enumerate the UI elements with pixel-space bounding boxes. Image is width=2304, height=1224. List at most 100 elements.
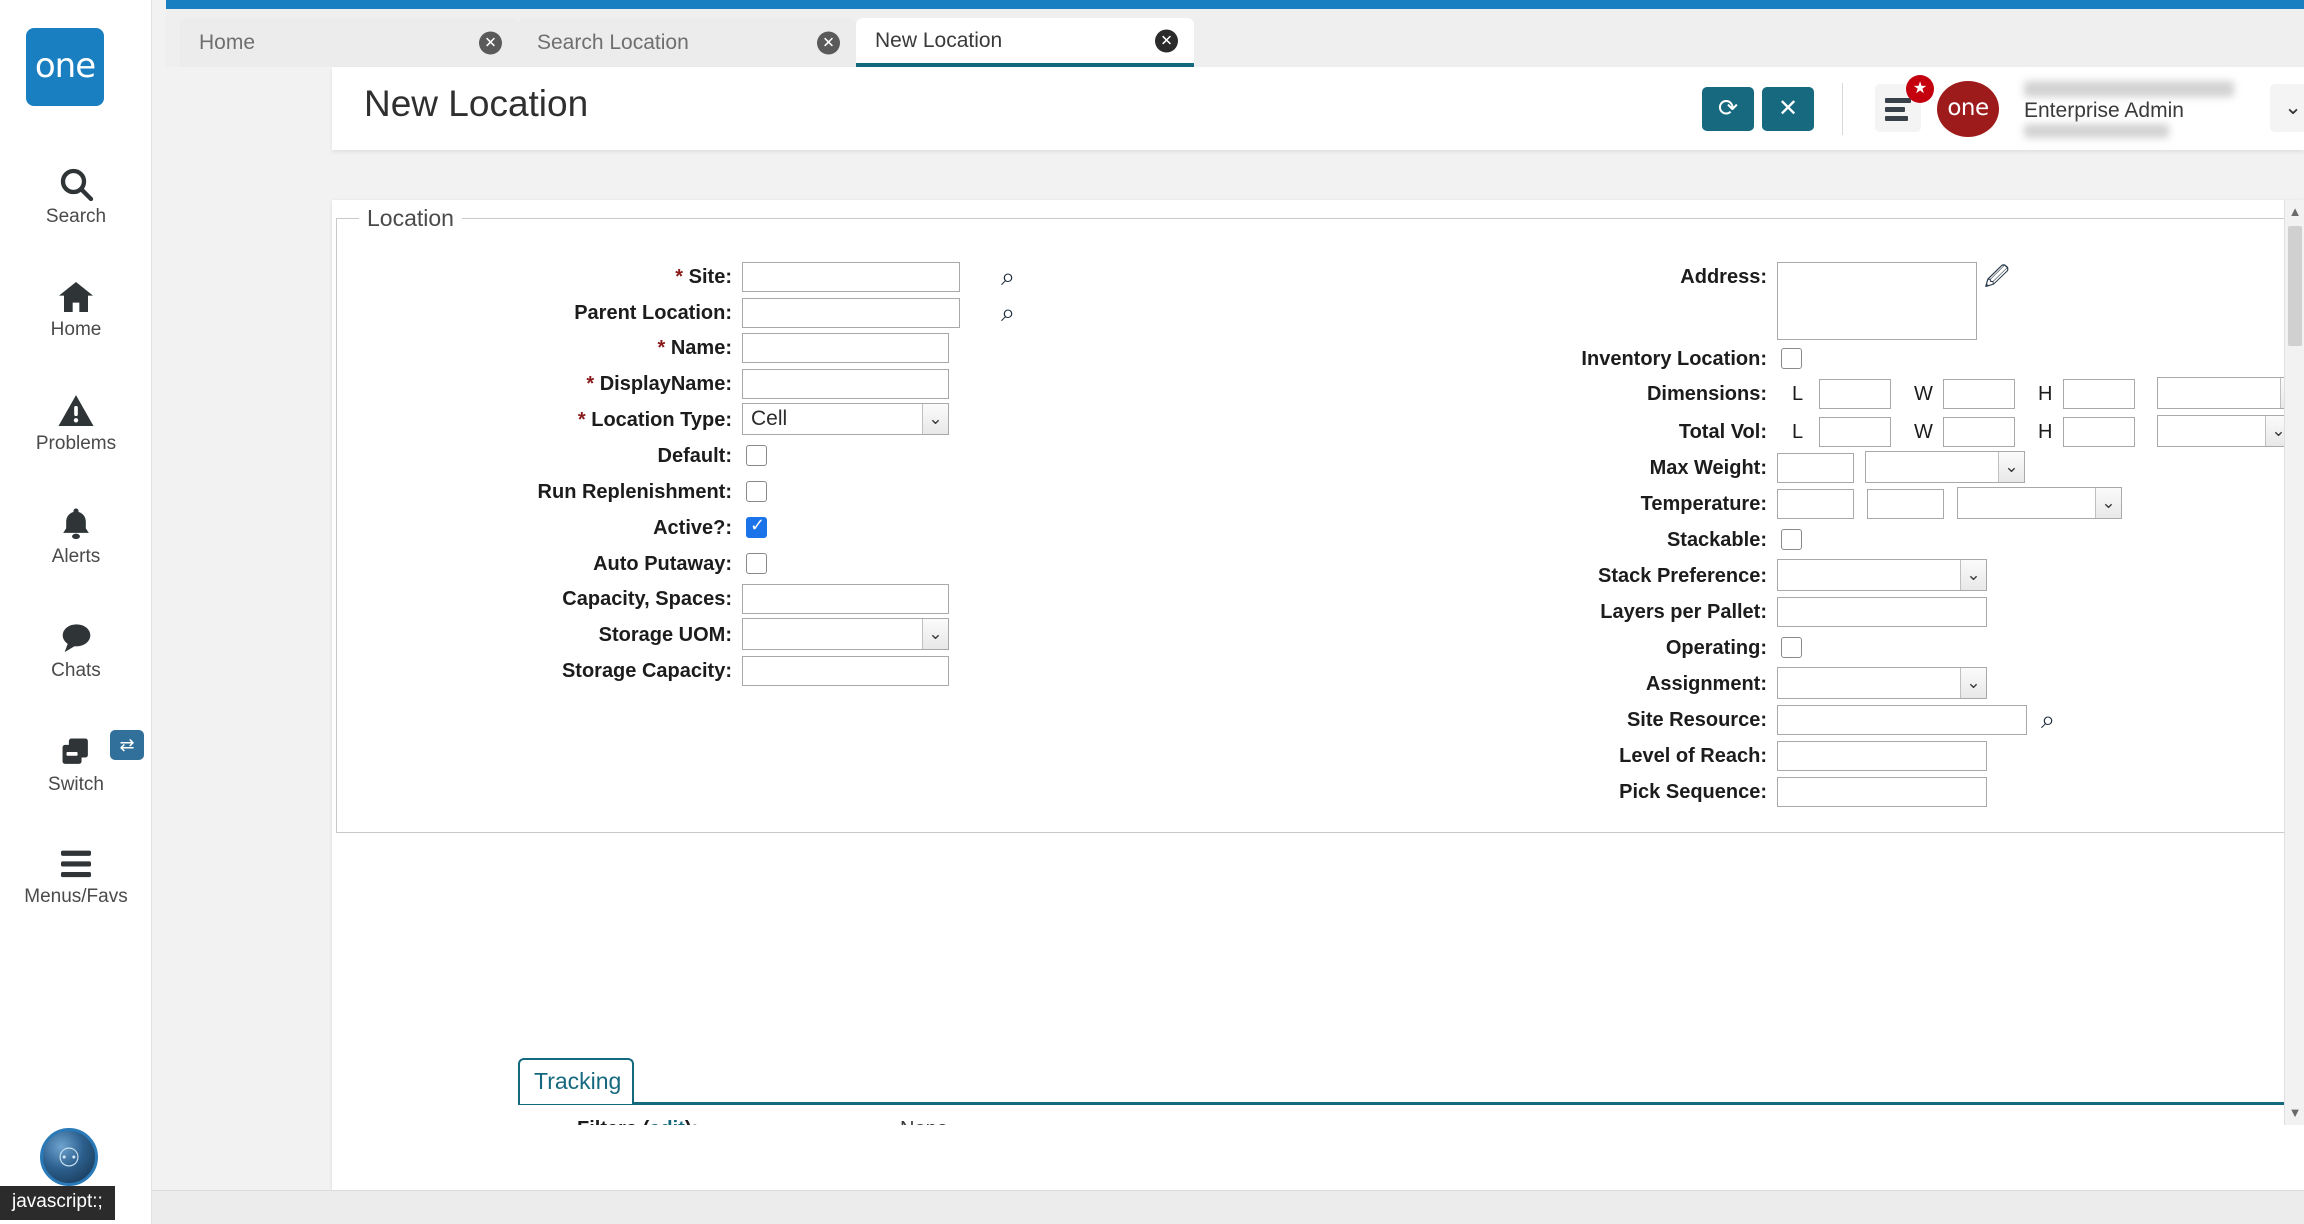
inventory-location-checkbox[interactable] <box>1781 348 1802 369</box>
chat-bubble-icon <box>0 614 152 658</box>
dimensions-h-label: H <box>2038 379 2052 409</box>
scroll-up-icon[interactable]: ▲ <box>2285 202 2304 222</box>
edit-pencil-icon[interactable]: 🖉 <box>1984 260 2010 301</box>
field-label: Capacity, Spaces: <box>562 584 732 614</box>
field-label: * DisplayName: <box>586 369 732 399</box>
operating-checkbox[interactable] <box>1781 637 1802 658</box>
total-vol-w-input[interactable] <box>1943 417 2015 447</box>
close-icon[interactable]: ✕ <box>479 31 502 54</box>
temperature-max-input[interactable] <box>1867 489 1944 519</box>
user-name-redacted <box>2024 81 2234 97</box>
stackable-checkbox[interactable] <box>1781 529 1802 550</box>
close-button[interactable]: ✕ <box>1762 87 1814 131</box>
user-menu-toggle[interactable]: ⌄ <box>2270 84 2304 132</box>
max-weight-input[interactable] <box>1777 453 1854 483</box>
location-type-select[interactable]: Cell ⌄ <box>742 403 949 435</box>
default-checkbox[interactable] <box>746 445 767 466</box>
parent-location-input[interactable] <box>742 298 960 328</box>
vertical-scroll-thumb[interactable] <box>2288 226 2302 346</box>
field-label: Default: <box>658 441 732 471</box>
stack-preference-select[interactable]: ⌄ <box>1777 559 1987 591</box>
address-textarea[interactable] <box>1777 262 1977 340</box>
refresh-icon: ⟳ <box>1718 95 1738 122</box>
assignment-select[interactable]: ⌄ <box>1777 667 1987 699</box>
select-value: Cell <box>751 404 787 434</box>
sidebar-item-home[interactable]: Home <box>0 273 152 341</box>
dimensions-h-input[interactable] <box>2063 379 2135 409</box>
scroll-down-icon[interactable]: ▼ <box>2285 1103 2304 1123</box>
swap-arrows-icon[interactable]: ⇄ <box>110 730 144 760</box>
max-weight-uom-select[interactable]: ⌄ <box>1865 451 2025 483</box>
bottom-band <box>152 1190 2304 1224</box>
temperature-min-input[interactable] <box>1777 489 1854 519</box>
sidebar-item-alerts[interactable]: Alerts <box>0 500 152 568</box>
sidebar-item-problems[interactable]: Problems <box>0 387 152 455</box>
sidebar-item-label: Chats <box>0 660 152 682</box>
menu-button[interactable]: ★ <box>1875 84 1921 132</box>
total-vol-uom-select[interactable]: ⌄ <box>2157 415 2292 447</box>
site-input[interactable] <box>742 262 960 292</box>
layers-per-pallet-input[interactable] <box>1777 597 1987 627</box>
field-capacity-spaces: Capacity, Spaces: <box>332 584 732 614</box>
field-assignment: Assignment: <box>1332 669 1767 699</box>
user-org-redacted <box>2024 124 2169 138</box>
auto-putaway-checkbox[interactable] <box>746 553 767 574</box>
field-label: Level of Reach: <box>1619 741 1767 771</box>
total-vol-h-input[interactable] <box>2063 417 2135 447</box>
warning-triangle-icon <box>0 387 152 431</box>
level-of-reach-input[interactable] <box>1777 741 1987 771</box>
dimensions-l-input[interactable] <box>1819 379 1891 409</box>
sidebar-item-chats[interactable]: Chats <box>0 614 152 682</box>
sidebar-item-label: Menus/Favs <box>0 886 152 908</box>
tab-new-location[interactable]: New Location ✕ <box>856 18 1194 67</box>
total-vol-l-input[interactable] <box>1819 417 1891 447</box>
field-label: * Site: <box>675 262 732 292</box>
storage-uom-select[interactable]: ⌄ <box>742 618 949 650</box>
robot-head-icon: ⚇ <box>57 1143 80 1174</box>
panel-vertical-scrollbar[interactable]: ▲ ▼ <box>2284 200 2304 1125</box>
site-resource-lookup-icon[interactable]: ⌕ <box>2034 705 2062 735</box>
field-stackable: Stackable: <box>1332 525 1767 555</box>
browser-tab-strip: Home ✕ Search Location ✕ New Location ✕ <box>166 9 2304 67</box>
site-resource-input[interactable] <box>1777 705 2027 735</box>
field-label: Stack Preference: <box>1598 561 1767 591</box>
pick-sequence-input[interactable] <box>1777 777 1987 807</box>
tab-home[interactable]: Home ✕ <box>180 18 518 67</box>
tab-tracking-label: Tracking <box>534 1068 621 1095</box>
active-checkbox[interactable] <box>746 517 767 538</box>
dimensions-w-input[interactable] <box>1943 379 2015 409</box>
company-logo-text: one <box>1947 97 1988 120</box>
filters-edit-link[interactable]: edit <box>649 1118 685 1125</box>
top-accent-bar <box>166 0 2304 9</box>
storage-capacity-input[interactable] <box>742 656 949 686</box>
tab-label: Search Location <box>537 31 689 55</box>
tab-search-location[interactable]: Search Location ✕ <box>518 18 856 67</box>
sidebar-item-menus-favs[interactable]: Menus/Favs <box>0 840 152 908</box>
name-input[interactable] <box>742 333 949 363</box>
sidebar-item-search[interactable]: Search <box>0 160 152 228</box>
dimensions-uom-select[interactable]: ⌄ <box>2157 377 2304 409</box>
tab-tracking[interactable]: Tracking <box>518 1058 634 1104</box>
avatar[interactable]: ⚇ <box>40 1128 98 1186</box>
close-icon[interactable]: ✕ <box>1155 29 1178 52</box>
sidebar-item-label: Switch <box>0 774 152 796</box>
parent-location-lookup-icon[interactable]: ⌕ <box>994 298 1022 328</box>
close-icon[interactable]: ✕ <box>817 31 840 54</box>
display-name-input[interactable] <box>742 369 949 399</box>
capacity-spaces-input[interactable] <box>742 584 949 614</box>
field-storage-uom: Storage UOM: <box>332 620 732 650</box>
app-logo[interactable]: one <box>26 28 104 106</box>
user-info[interactable]: Enterprise Admin <box>2002 75 2255 143</box>
run-replenishment-checkbox[interactable] <box>746 481 767 502</box>
star-icon: ★ <box>1906 75 1934 103</box>
temperature-uom-select[interactable]: ⌄ <box>1957 487 2122 519</box>
refresh-button[interactable]: ⟳ <box>1702 87 1754 131</box>
total-vol-w-label: W <box>1914 417 1933 447</box>
field-label: Pick Sequence: <box>1619 777 1767 807</box>
header-divider <box>1842 83 1843 135</box>
field-label: Operating: <box>1666 633 1767 663</box>
chevron-down-icon: ⌄ <box>922 404 948 434</box>
field-layers-per-pallet: Layers per Pallet: <box>1332 597 1767 627</box>
site-lookup-icon[interactable]: ⌕ <box>994 262 1022 292</box>
field-storage-capacity: Storage Capacity: <box>332 656 732 686</box>
